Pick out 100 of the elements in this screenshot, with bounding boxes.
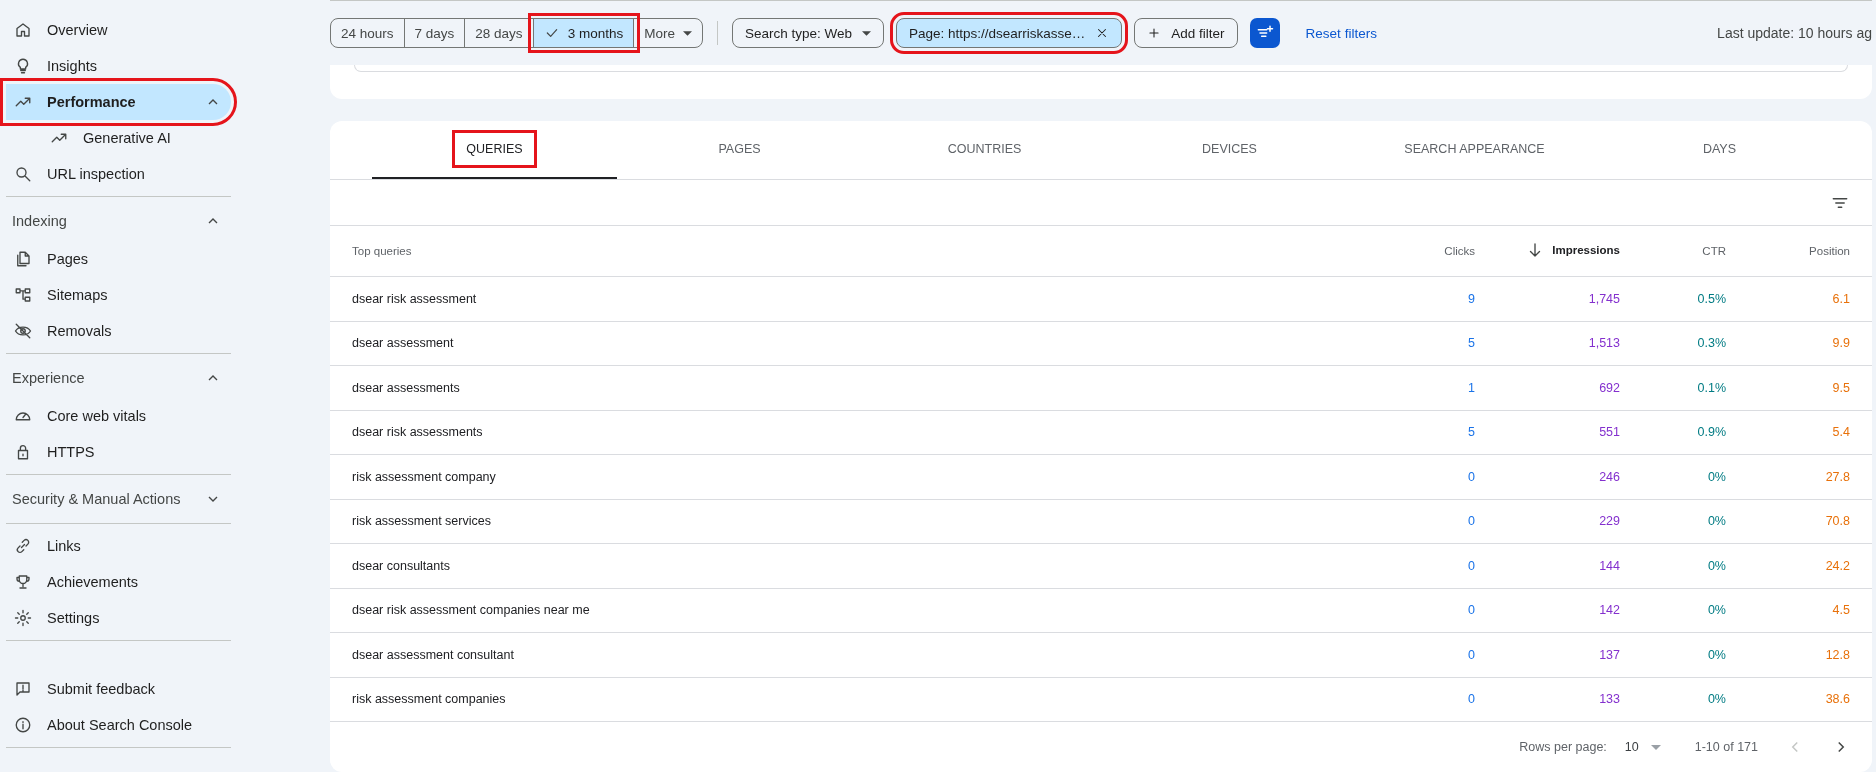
table-cell: dsear risk assessment companies near me: [330, 588, 1365, 633]
caret-icon: [682, 30, 692, 36]
sidebar-item[interactable]: Links: [6, 528, 231, 564]
table-cell: 0: [1365, 543, 1475, 588]
date-range-button[interactable]: 24 hours: [331, 19, 405, 47]
table-cell: 551: [1475, 410, 1620, 455]
table-cell: 0.5%: [1620, 276, 1726, 321]
sidebar-item[interactable]: Settings: [6, 600, 231, 636]
table-cell: risk assessment services: [330, 499, 1365, 544]
section-header[interactable]: Indexing: [6, 201, 231, 241]
table-cell: 0: [1365, 499, 1475, 544]
table-cell: 6.1: [1726, 276, 1872, 321]
table-cell: dsear risk assessments: [330, 410, 1365, 455]
caret-icon: [862, 30, 871, 36]
caret-icon: [1650, 744, 1661, 750]
column-header[interactable]: Clicks: [1365, 226, 1475, 277]
trophy-icon: [14, 573, 32, 591]
table-cell: 27.8: [1726, 454, 1872, 499]
table-cell: 12.8: [1726, 632, 1872, 677]
table-cell: 0: [1365, 677, 1475, 722]
table-cell: 1,513: [1475, 321, 1620, 366]
tab[interactable]: DAYS: [1597, 121, 1842, 179]
table-cell: 0%: [1620, 499, 1726, 544]
eye-off-icon: [14, 322, 32, 340]
table-cell: 9.9: [1726, 321, 1872, 366]
table-cell: 5: [1365, 410, 1475, 455]
column-header[interactable]: Impressions: [1475, 226, 1620, 277]
table-cell: 133: [1475, 677, 1620, 722]
table-cell: 0%: [1620, 632, 1726, 677]
sidebar-item[interactable]: Sitemaps: [6, 277, 231, 313]
table-cell: 246: [1475, 454, 1620, 499]
table-cell: 142: [1475, 588, 1620, 633]
tab[interactable]: COUNTRIES: [862, 121, 1107, 179]
sidebar-item[interactable]: About Search Console: [6, 707, 231, 743]
table-cell: 1: [1365, 365, 1475, 410]
table-cell: dsear assessment: [330, 321, 1365, 366]
sidebar-item[interactable]: HTTPS: [6, 434, 231, 470]
rows-per-page-label: Rows per page:: [1519, 740, 1607, 754]
reset-filters-link[interactable]: Reset filters: [1305, 25, 1377, 41]
sidebar-item[interactable]: Core web vitals: [6, 398, 231, 434]
pages-icon: [14, 250, 32, 268]
table-cell: 0%: [1620, 588, 1726, 633]
table-cell: dsear consultants: [330, 543, 1365, 588]
column-header[interactable]: Position: [1726, 226, 1872, 277]
search-icon: [14, 165, 32, 183]
house-icon: [14, 21, 32, 39]
sitemap-icon: [14, 286, 32, 304]
table-cell: 0: [1365, 588, 1475, 633]
table-cell: 5: [1365, 321, 1475, 366]
section-header[interactable]: Security & Manual Actions: [6, 479, 231, 519]
table-cell: 0%: [1620, 543, 1726, 588]
sidebar-item[interactable]: Removals: [6, 313, 231, 349]
page-range-text: 1-10 of 171: [1694, 740, 1758, 754]
table-cell: 38.6: [1726, 677, 1872, 722]
tab[interactable]: SEARCH APPEARANCE: [1352, 121, 1597, 179]
sidebar-item[interactable]: Achievements: [6, 564, 231, 600]
table-cell: 0.3%: [1620, 321, 1726, 366]
table-cell: dsear assessments: [330, 365, 1365, 410]
filter-sparkle-button[interactable]: [1249, 18, 1280, 48]
tab[interactable]: PAGES: [617, 121, 862, 179]
sidebar-item[interactable]: Pages: [6, 241, 231, 277]
add-filter-button[interactable]: Add filter: [1134, 18, 1238, 48]
table-cell: 137: [1475, 632, 1620, 677]
last-update-text: Last update: 10 hours ag: [1717, 25, 1872, 41]
tab[interactable]: QUERIES: [372, 121, 617, 179]
table-cell: 0.1%: [1620, 365, 1726, 410]
column-header[interactable]: Top queries: [330, 226, 1365, 277]
table-cell: 4.5: [1726, 588, 1872, 633]
table-cell: dsear risk assessment: [330, 276, 1365, 321]
table-cell: 0%: [1620, 454, 1726, 499]
link-icon: [14, 537, 32, 555]
table-cell: 692: [1475, 365, 1620, 410]
table-cell: dsear assessment consultant: [330, 632, 1365, 677]
sidebar-item[interactable]: Insights: [6, 48, 231, 84]
table-cell: 1,745: [1475, 276, 1620, 321]
table-cell: 0: [1365, 632, 1475, 677]
search-type-dropdown[interactable]: Search type: Web: [731, 18, 884, 48]
table-cell: 144: [1475, 543, 1620, 588]
table-cell: 24.2: [1726, 543, 1872, 588]
table-cell: risk assessment companies: [330, 677, 1365, 722]
table-cell: risk assessment company: [330, 454, 1365, 499]
plus-icon: [1147, 26, 1162, 40]
feedback-icon: [14, 680, 32, 698]
rows-per-page-dropdown[interactable]: 10: [1624, 740, 1661, 754]
table-cell: 0.9%: [1620, 410, 1726, 455]
sidebar-item[interactable]: Submit feedback: [6, 671, 231, 707]
table-cell: 0: [1365, 454, 1475, 499]
section-header[interactable]: Experience: [6, 358, 231, 398]
table-cell: 70.8: [1726, 499, 1872, 544]
sidebar-item[interactable]: URL inspection: [6, 156, 231, 192]
table-cell: 9: [1365, 276, 1475, 321]
more-dropdown[interactable]: More: [634, 19, 702, 47]
table-cell: 229: [1475, 499, 1620, 544]
sidebar-item[interactable]: Overview: [6, 12, 231, 48]
sidebar-item[interactable]: Generative AI: [6, 120, 231, 156]
table-cell: 9.5: [1726, 365, 1872, 410]
table-cell: 0%: [1620, 677, 1726, 722]
date-range-button[interactable]: 7 days: [404, 19, 466, 47]
column-header[interactable]: CTR: [1620, 226, 1726, 277]
tab[interactable]: DEVICES: [1107, 121, 1352, 179]
